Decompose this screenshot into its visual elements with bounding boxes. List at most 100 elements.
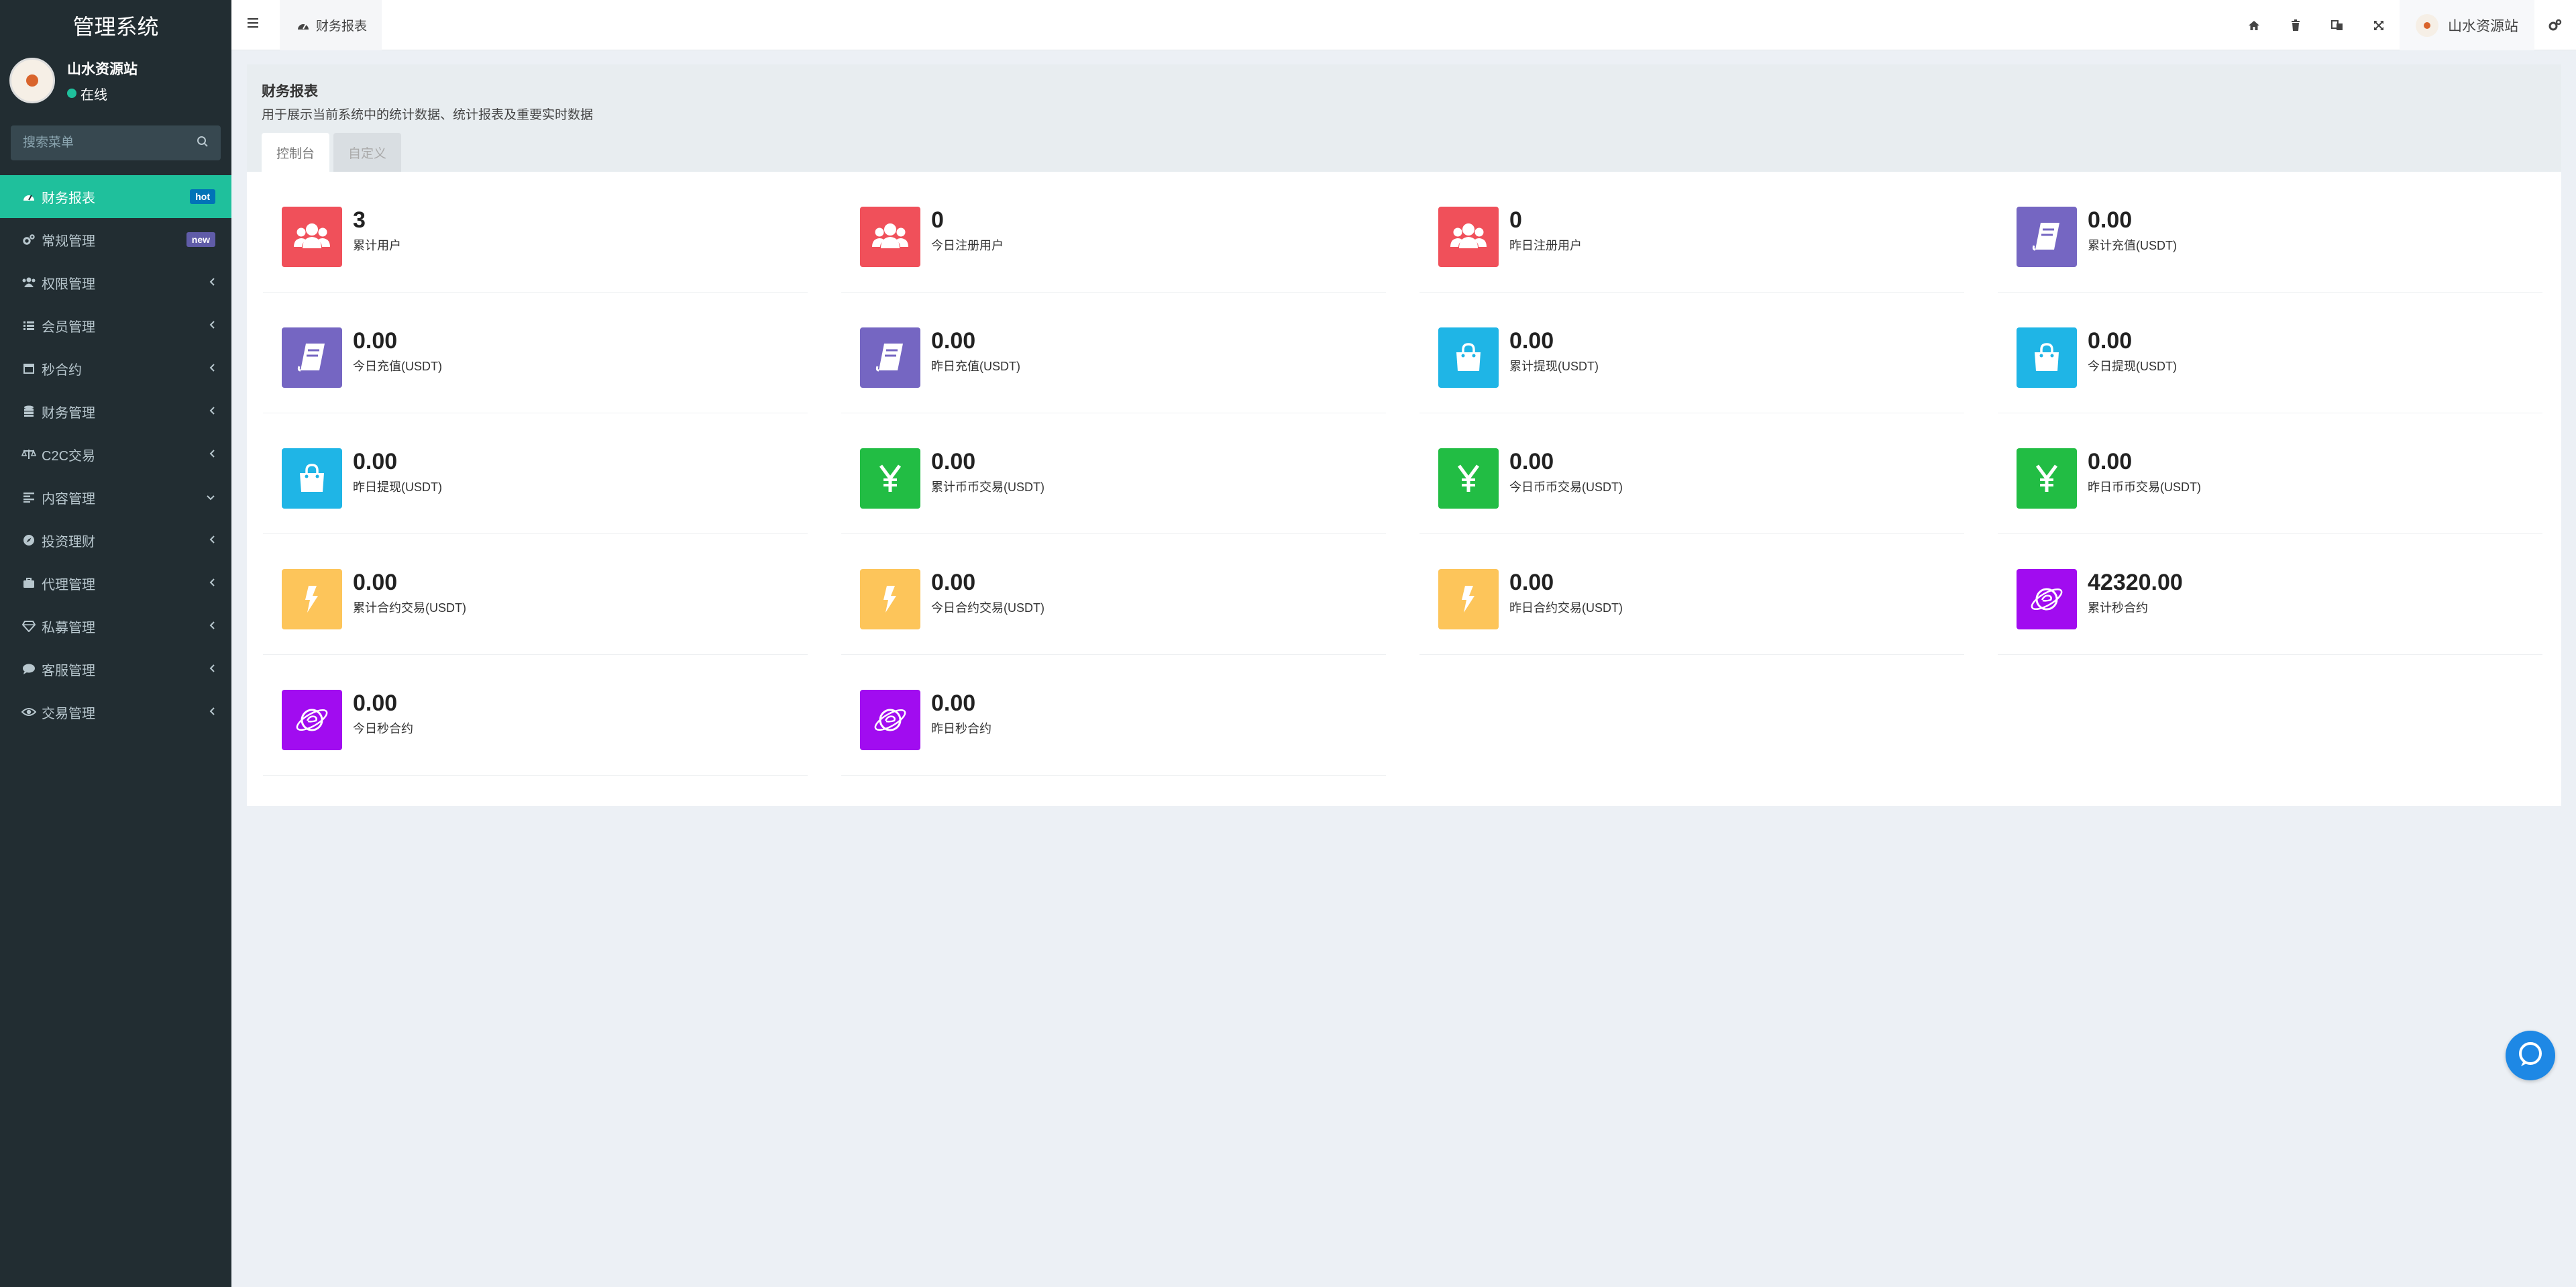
chat-support-button[interactable] [2506, 1031, 2555, 1080]
sidebar-item-label: 客服管理 [42, 663, 95, 678]
sidebar-item-2[interactable]: 权限管理 [0, 261, 231, 304]
book-icon [282, 327, 342, 388]
stat-label: 昨日币币交易(USDT) [2088, 480, 2201, 494]
yen-icon [1438, 448, 1499, 509]
sidebar-item-5[interactable]: 财务管理 [0, 390, 231, 433]
sidebar-item-8[interactable]: 投资理财 [0, 519, 231, 562]
stat-card: 0.00 今日秒合约 [263, 670, 808, 776]
shopping-bag-icon [1438, 327, 1499, 388]
content-panel: 财务报表 用于展示当前系统中的统计数据、统计报表及重要实时数据 控制台 自定义 … [247, 64, 2561, 806]
app-title[interactable]: 管理系统 [0, 0, 231, 50]
sidebar-item-7[interactable]: 内容管理 [0, 476, 231, 519]
dashboard-icon [20, 189, 38, 204]
online-status-icon [67, 89, 76, 98]
sidebar-item-label: 投资理财 [42, 534, 95, 550]
planet-icon [282, 690, 342, 750]
page-title: 财务报表 [262, 84, 318, 99]
bolt-icon [860, 569, 920, 629]
sidebar-item-label: C2C交易 [42, 448, 96, 464]
menu-toggle-icon[interactable] [246, 16, 264, 34]
sidebar-item-9[interactable]: 代理管理 [0, 562, 231, 605]
tab-custom[interactable]: 自定义 [333, 133, 402, 172]
stat-card: 0.00 累计充值(USDT) [1998, 187, 2542, 293]
sidebar-item-label: 财务管理 [42, 405, 95, 421]
stat-value: 3 [353, 207, 366, 233]
stat-value: 0.00 [1509, 570, 1554, 595]
user-panel: 山水资源站 在线 [0, 50, 231, 111]
avatar [9, 58, 55, 103]
users-icon [860, 207, 920, 267]
stat-card: 0.00 累计提现(USDT) [1419, 307, 1964, 413]
language-icon[interactable] [2316, 0, 2358, 50]
bolt-icon [1438, 569, 1499, 629]
users-icon [1438, 207, 1499, 267]
user-name: 山水资源站 [67, 61, 138, 77]
stat-value: 0.00 [353, 449, 398, 474]
stat-label: 昨日充值(USDT) [931, 360, 1020, 373]
trash-icon[interactable] [2275, 0, 2316, 50]
stat-value: 0.00 [931, 328, 976, 354]
stat-value: 0.00 [1509, 328, 1554, 354]
chevron-left-icon [209, 447, 215, 462]
stat-card: 0 今日注册用户 [841, 187, 1386, 293]
sidebar-item-label: 权限管理 [42, 276, 95, 292]
user-status: 在线 [67, 84, 138, 103]
stat-value: 0.00 [2088, 449, 2133, 474]
stats-grid: 3 累计用户 0 今日注册用户 0 昨日注册用户 0.00 累计充值(USDT) 0.00 今日充… [247, 172, 2561, 790]
stat-value: 0.00 [353, 570, 398, 595]
stat-label: 累计秒合约 [2088, 601, 2148, 615]
chat-bubble-icon [2516, 1039, 2545, 1072]
sidebar-item-label: 代理管理 [42, 577, 95, 593]
sidebar-item-10[interactable]: 私募管理 [0, 605, 231, 648]
sidebar-item-label: 交易管理 [42, 706, 95, 721]
stat-card: 0.00 累计币币交易(USDT) [841, 428, 1386, 534]
stat-card: 42320.00 累计秒合约 [1998, 549, 2542, 655]
stat-label: 昨日提现(USDT) [353, 480, 442, 494]
database-icon [20, 404, 38, 419]
sidebar-menu: 财务报表 hot 常规管理 new 权限管理会员管理秒合约财务管理 C2C交易内容管理投资… [0, 175, 231, 733]
sidebar-item-4[interactable]: 秒合约 [0, 347, 231, 390]
page-tab-finance-report[interactable]: 财务报表 [280, 0, 382, 50]
stat-value: 0.00 [931, 570, 976, 595]
stat-card: 0.00 今日充值(USDT) [263, 307, 808, 413]
stat-value: 0.00 [931, 449, 976, 474]
fullscreen-icon[interactable] [2358, 0, 2400, 50]
search-icon[interactable] [197, 136, 209, 151]
stat-card: 0.00 今日合约交易(USDT) [841, 549, 1386, 655]
chevron-left-icon [209, 275, 215, 291]
sidebar-item-6[interactable]: C2C交易 [0, 433, 231, 476]
sidebar-item-11[interactable]: 客服管理 [0, 648, 231, 690]
panel-heading: 财务报表 用于展示当前系统中的统计数据、统计报表及重要实时数据 控制台 自定义 [247, 64, 2561, 172]
stat-card: 3 累计用户 [263, 187, 808, 293]
book-icon [860, 327, 920, 388]
bolt-icon [282, 569, 342, 629]
stat-value: 0.00 [2088, 207, 2133, 233]
stat-card: 0.00 昨日提现(USDT) [263, 428, 808, 534]
settings-cogs-icon[interactable] [2534, 0, 2576, 50]
stat-label: 累计充值(USDT) [2088, 239, 2177, 252]
planet-icon [860, 690, 920, 750]
comment-icon [20, 662, 38, 676]
stat-label: 累计合约交易(USDT) [353, 601, 466, 615]
stat-label: 累计提现(USDT) [1509, 360, 1599, 373]
sidebar-item-1[interactable]: 常规管理 new [0, 218, 231, 261]
sidebar-item-0[interactable]: 财务报表 hot [0, 175, 231, 218]
chevron-left-icon [209, 576, 215, 591]
sidebar: 管理系统 山水资源站 在线 财务报表hot常规管理new权限管理会员管理秒合约财… [0, 0, 231, 1287]
eye-icon [20, 705, 38, 719]
chevron-left-icon [209, 318, 215, 333]
sidebar-item-3[interactable]: 会员管理 [0, 304, 231, 347]
sidebar-item-12[interactable]: 交易管理 [0, 690, 231, 733]
book-icon [2017, 207, 2077, 267]
chevron-left-icon [209, 619, 215, 634]
header-user-menu[interactable]: 山水资源站 [2400, 0, 2534, 50]
sidebar-item-label: 秒合约 [42, 362, 82, 378]
header-user-name: 山水资源站 [2448, 18, 2518, 34]
tab-console[interactable]: 控制台 [262, 133, 330, 172]
briefcase-icon [20, 576, 38, 590]
chevron-left-icon [209, 404, 215, 419]
home-icon[interactable] [2233, 0, 2275, 50]
stat-card: 0.00 昨日充值(USDT) [841, 307, 1386, 413]
menu-search-input[interactable] [23, 136, 177, 150]
sidebar-item-label: 内容管理 [42, 491, 95, 507]
